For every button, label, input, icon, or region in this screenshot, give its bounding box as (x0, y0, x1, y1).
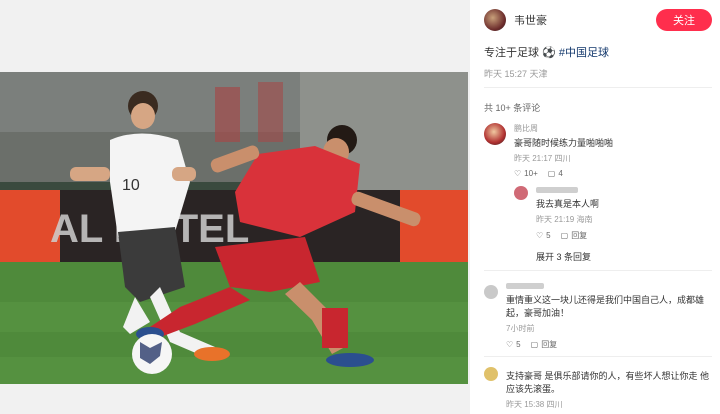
like-button[interactable]: ♡ 5 (506, 340, 521, 349)
author-avatar[interactable] (484, 9, 506, 31)
like-button[interactable]: ♡ 10+ (514, 169, 538, 178)
comment-text: 支持豪哥 是俱乐部请你的人，有些坏人想让你走 他应该先滚蛋。 (506, 370, 712, 396)
comment-actions: ♡ 5 ▢ 回复 (506, 339, 712, 350)
author-name[interactable]: 韦世豪 (514, 12, 656, 28)
like-count: 5 (546, 231, 551, 240)
comment-item: 鹏比周 豪哥随时候练力量啪啪啪 昨天 21:17 四川 ♡ 10+ ▢ 4 (484, 123, 712, 183)
reply-button[interactable]: ▢ 回复 (561, 230, 588, 241)
comment-meta: 昨天 21:17 四川 (514, 154, 571, 163)
blurred-name (506, 283, 544, 289)
like-count: 5 (516, 340, 521, 349)
comment-item: 支持豪哥 是俱乐部请你的人，有些坏人想让你走 他应该先滚蛋。 昨天 15:38 … (484, 364, 712, 414)
post-photo[interactable]: AL HOTEL 10 (0, 72, 468, 384)
reply-body: 我去真是本人啊 昨天 21:19 海南 ♡ 5 ▢ 回复 (536, 186, 712, 241)
commenter-name[interactable]: 支持豪哥 (506, 371, 542, 381)
post-body: 专注于足球 (484, 47, 539, 59)
post-text: 专注于足球 ⚽ #中国足球 (484, 44, 609, 60)
football-match-image: AL HOTEL 10 (0, 72, 468, 384)
comment-item: 重情重义这一块儿还得是我们中国自己人，成都雄起，豪哥加油！ 7小时前 ♡ 5 ▢… (484, 282, 712, 350)
replier-name[interactable] (536, 186, 712, 195)
reply-label: 回复 (571, 231, 588, 240)
commenter-avatar[interactable] (484, 367, 498, 381)
comment-icon: ▢ (560, 231, 569, 240)
comment-body: 重情重义这一块儿还得是我们中国自己人，成都雄起，豪哥加油！ 7小时前 ♡ 5 ▢… (506, 282, 712, 350)
reply-count: 4 (558, 169, 563, 178)
post-detail-panel: 韦世豪 关注 专注于足球 ⚽ #中国足球 昨天 15:27 天津 共 10+ 条… (470, 0, 720, 414)
heart-icon: ♡ (506, 340, 514, 349)
commenter-name[interactable] (506, 282, 712, 291)
comment-count: 共 10+ 条评论 (484, 103, 541, 113)
heart-icon: ♡ (536, 231, 544, 240)
comment-meta: 昨天 15:38 四川 (506, 400, 563, 409)
author-row: 韦世豪 关注 (484, 8, 712, 32)
reply-button[interactable]: ▢ 回复 (531, 339, 558, 350)
svg-text:10: 10 (122, 177, 140, 194)
comment-separator (484, 270, 712, 271)
commenter-avatar[interactable] (484, 123, 506, 145)
comment-actions: ♡ 10+ ▢ 4 (514, 169, 712, 178)
replier-avatar[interactable] (514, 186, 528, 200)
post-tag[interactable]: #中国足球 (559, 47, 609, 59)
comment-icon: ▢ (547, 169, 556, 178)
commenter-avatar[interactable] (484, 285, 498, 299)
reply-item: 我去真是本人啊 昨天 21:19 海南 ♡ 5 ▢ 回复 (514, 186, 712, 246)
like-button[interactable]: ♡ 5 (536, 231, 551, 240)
post-meta: 昨天 15:27 天津 (484, 69, 548, 79)
follow-button[interactable]: 关注 (656, 9, 712, 31)
comment-text: 重情重义这一块儿还得是我们中国自己人，成都雄起，豪哥加油！ (506, 295, 705, 318)
comment-icon: ▢ (530, 340, 539, 349)
comment-text: 豪哥随时候练力量啪啪啪 (514, 138, 614, 148)
blurred-name (536, 187, 578, 193)
like-count: 10+ (524, 169, 538, 178)
reply-label: 回复 (541, 340, 558, 349)
comment-meta: 7小时前 (506, 324, 535, 333)
commenter-name[interactable]: 鹏比周 (514, 123, 712, 134)
comment-separator (484, 356, 712, 357)
comment-body: 支持豪哥 是俱乐部请你的人，有些坏人想让你走 他应该先滚蛋。 昨天 15:38 … (506, 364, 712, 410)
comment-body: 鹏比周 豪哥随时候练力量啪啪啪 昨天 21:17 四川 ♡ 10+ ▢ 4 (514, 123, 712, 178)
reply-count-button[interactable]: ▢ 4 (548, 169, 563, 178)
reply-actions: ♡ 5 ▢ 回复 (536, 230, 712, 241)
reply-text: 我去真是本人啊 (536, 199, 600, 209)
football-icon: ⚽ (542, 47, 556, 59)
media-area: AL HOTEL 10 (0, 0, 470, 414)
post-separator (484, 87, 712, 88)
heart-icon: ♡ (514, 169, 522, 178)
expand-replies[interactable]: 展开 3 条回复 (536, 250, 591, 263)
reply-meta: 昨天 21:19 海南 (536, 215, 593, 224)
